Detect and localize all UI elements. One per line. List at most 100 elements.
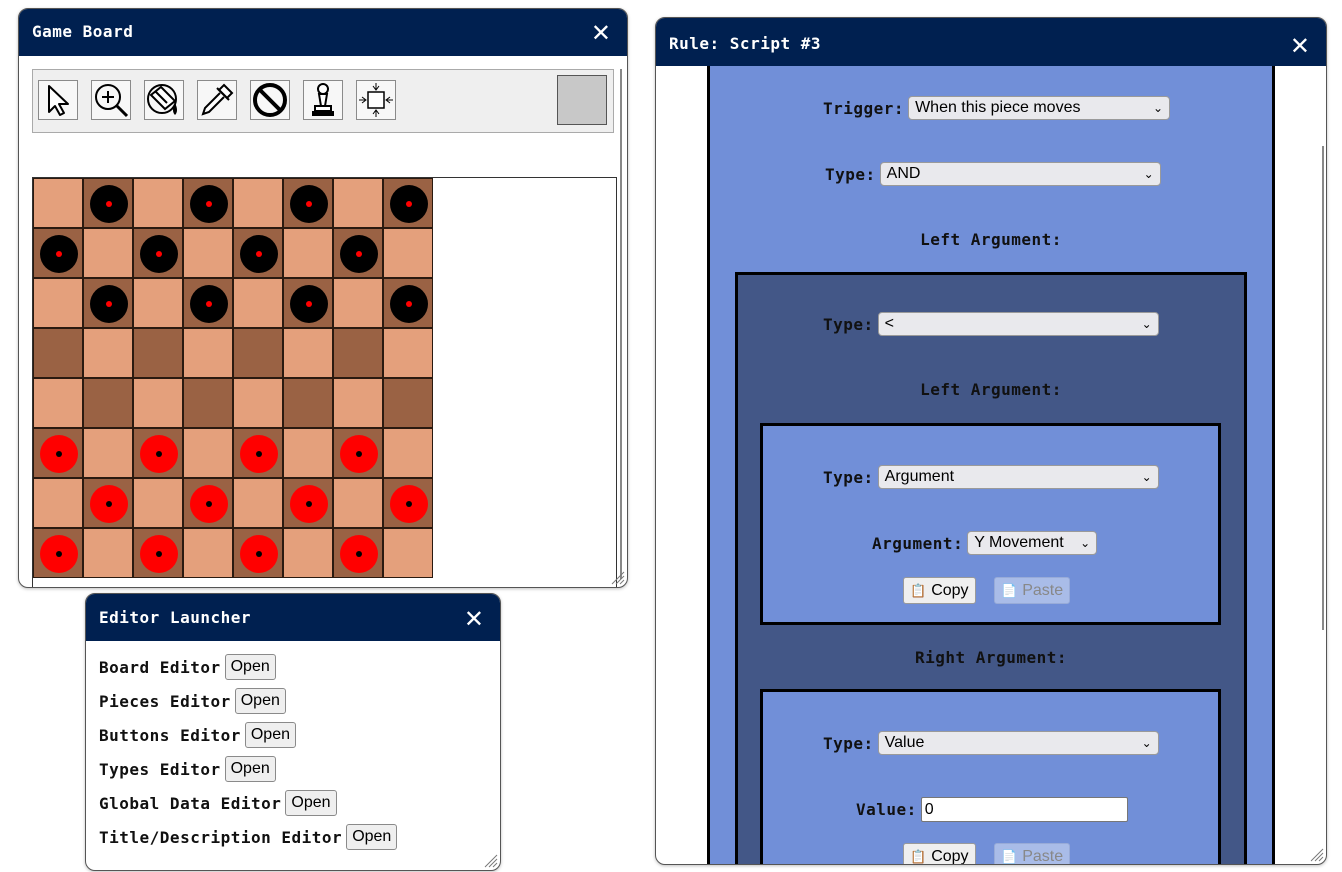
- board-cell[interactable]: [83, 178, 133, 228]
- board-cell[interactable]: [283, 328, 333, 378]
- board-cell[interactable]: [83, 528, 133, 578]
- board-cell[interactable]: [333, 178, 383, 228]
- paste-button[interactable]: 📄 Paste: [994, 843, 1071, 864]
- board-cell[interactable]: [83, 228, 133, 278]
- paste-button[interactable]: 📄 Paste: [994, 577, 1071, 604]
- pawn-icon[interactable]: [303, 80, 343, 120]
- argument-select[interactable]: Y Movement ⌄: [967, 531, 1098, 555]
- board-scrollbar[interactable]: [620, 69, 622, 579]
- black-checker-piece[interactable]: [140, 235, 178, 273]
- board-cell[interactable]: [33, 428, 83, 478]
- board-cell[interactable]: [283, 478, 333, 528]
- red-checker-piece[interactable]: [140, 535, 178, 573]
- board-cell[interactable]: [183, 278, 233, 328]
- resize-grip-icon[interactable]: [1308, 846, 1324, 862]
- board-cell[interactable]: [333, 278, 383, 328]
- black-checker-piece[interactable]: [40, 235, 78, 273]
- black-checker-piece[interactable]: [240, 235, 278, 273]
- comparison-type-select[interactable]: < ⌄: [877, 312, 1159, 336]
- board-cell[interactable]: [383, 178, 433, 228]
- close-icon[interactable]: ✕: [1290, 34, 1310, 58]
- red-checker-piece[interactable]: [190, 485, 228, 523]
- board-cell[interactable]: [233, 228, 283, 278]
- red-checker-piece[interactable]: [390, 485, 428, 523]
- board-cell[interactable]: [233, 278, 283, 328]
- board-cell[interactable]: [183, 178, 233, 228]
- copy-button[interactable]: 📋 Copy: [903, 843, 976, 864]
- root-type-select[interactable]: AND ⌄: [879, 162, 1161, 186]
- board-cell[interactable]: [383, 428, 433, 478]
- board-cell[interactable]: [183, 478, 233, 528]
- editor-launcher-titlebar[interactable]: Editor Launcher ✕: [86, 594, 500, 641]
- board-cell[interactable]: [233, 478, 283, 528]
- board-cell[interactable]: [83, 378, 133, 428]
- board-cell[interactable]: [133, 278, 183, 328]
- board-cell[interactable]: [333, 328, 383, 378]
- black-checker-piece[interactable]: [190, 285, 228, 323]
- red-checker-piece[interactable]: [140, 435, 178, 473]
- eyedropper-icon[interactable]: [197, 80, 237, 120]
- black-checker-piece[interactable]: [290, 185, 328, 223]
- board-cell[interactable]: [33, 178, 83, 228]
- left-arg-type-select[interactable]: Argument ⌄: [877, 465, 1159, 489]
- red-checker-piece[interactable]: [240, 535, 278, 573]
- board-cell[interactable]: [133, 478, 183, 528]
- red-checker-piece[interactable]: [240, 435, 278, 473]
- no-entry-icon[interactable]: [250, 80, 290, 120]
- board-cell[interactable]: [283, 228, 333, 278]
- board-cell[interactable]: [133, 178, 183, 228]
- open-board-editor-button[interactable]: Open: [224, 654, 276, 680]
- paint-bucket-icon[interactable]: [144, 80, 184, 120]
- board-cell[interactable]: [133, 528, 183, 578]
- board-cell[interactable]: [133, 328, 183, 378]
- resize-icon[interactable]: [356, 80, 396, 120]
- open-title-description-editor-button[interactable]: Open: [346, 824, 398, 850]
- open-global-data-editor-button[interactable]: Open: [285, 790, 337, 816]
- board-cell[interactable]: [33, 228, 83, 278]
- black-checker-piece[interactable]: [190, 185, 228, 223]
- value-input[interactable]: 0: [920, 797, 1128, 822]
- board-cell[interactable]: [33, 278, 83, 328]
- red-checker-piece[interactable]: [40, 435, 78, 473]
- zoom-in-icon[interactable]: [91, 80, 131, 120]
- board-cell[interactable]: [83, 278, 133, 328]
- board-cell[interactable]: [183, 428, 233, 478]
- board-cell[interactable]: [83, 328, 133, 378]
- game-board-titlebar[interactable]: Game Board ✕: [19, 9, 627, 56]
- board-cell[interactable]: [233, 378, 283, 428]
- board-cell[interactable]: [383, 528, 433, 578]
- board-cell[interactable]: [33, 328, 83, 378]
- board-cell[interactable]: [133, 378, 183, 428]
- board-cell[interactable]: [183, 228, 233, 278]
- open-pieces-editor-button[interactable]: Open: [234, 688, 286, 714]
- board-cell[interactable]: [183, 528, 233, 578]
- board-cell[interactable]: [233, 528, 283, 578]
- red-checker-piece[interactable]: [290, 485, 328, 523]
- red-checker-piece[interactable]: [340, 535, 378, 573]
- board-cell[interactable]: [283, 378, 333, 428]
- board-cell[interactable]: [383, 228, 433, 278]
- board-cell[interactable]: [33, 378, 83, 428]
- resize-grip-icon[interactable]: [609, 569, 625, 585]
- board-cell[interactable]: [383, 378, 433, 428]
- board-cell[interactable]: [33, 528, 83, 578]
- rule-script-scrollbar[interactable]: [1322, 146, 1324, 630]
- board-cell[interactable]: [83, 478, 133, 528]
- board-cell[interactable]: [283, 178, 333, 228]
- black-checker-piece[interactable]: [290, 285, 328, 323]
- board-cell[interactable]: [333, 378, 383, 428]
- board-cell[interactable]: [233, 428, 283, 478]
- board-cell[interactable]: [183, 328, 233, 378]
- board-cell[interactable]: [333, 478, 383, 528]
- board-cell[interactable]: [233, 178, 283, 228]
- board-cell[interactable]: [383, 278, 433, 328]
- black-checker-piece[interactable]: [390, 185, 428, 223]
- board-cell[interactable]: [233, 328, 283, 378]
- board-cell[interactable]: [183, 378, 233, 428]
- selected-color-swatch[interactable]: [557, 75, 607, 125]
- board-cell[interactable]: [333, 228, 383, 278]
- board-cell[interactable]: [283, 528, 333, 578]
- red-checker-piece[interactable]: [90, 485, 128, 523]
- pointer-icon[interactable]: [38, 80, 78, 120]
- close-icon[interactable]: ✕: [464, 607, 484, 631]
